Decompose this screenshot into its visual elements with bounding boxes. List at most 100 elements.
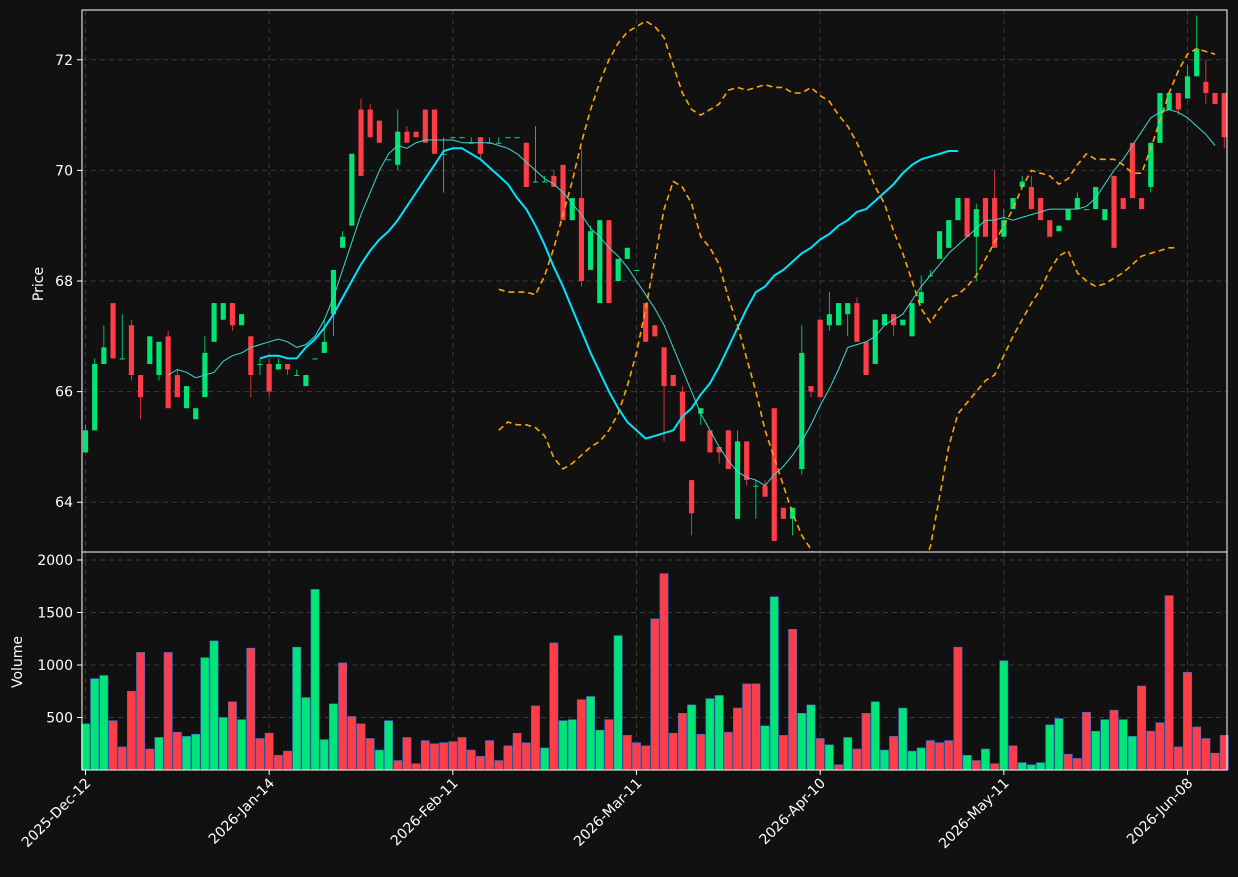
- volume-bar-up: [806, 704, 816, 771]
- volume-bar-up: [209, 640, 219, 771]
- candle-body-down: [523, 142, 529, 187]
- volume-bar-down: [163, 652, 173, 771]
- price-tick-label: 64: [55, 495, 73, 511]
- volume-bar-down: [512, 732, 522, 771]
- volume-bar-up: [760, 725, 770, 771]
- candle-body-down: [780, 507, 787, 519]
- volume-tick-label: 500: [46, 711, 73, 727]
- candle-body-up: [1194, 48, 1200, 77]
- candle-body-down: [744, 441, 750, 481]
- candle-body-down: [762, 485, 768, 497]
- candle-body-up: [633, 269, 640, 271]
- candle-body-up: [275, 363, 281, 370]
- volume-bar-up: [586, 696, 596, 771]
- candle-body-down: [165, 336, 171, 409]
- volume-bar-up: [824, 744, 834, 771]
- volume-bar-down: [1155, 722, 1165, 771]
- candle-body-up: [82, 430, 89, 453]
- volume-bar-down: [1008, 745, 1018, 771]
- volume-bar-down: [126, 690, 136, 771]
- candle-body-up: [312, 358, 318, 360]
- candle-body-down: [229, 303, 236, 326]
- candle-body-up: [385, 159, 392, 161]
- volume-bar-up: [687, 704, 697, 771]
- volume-bar-up: [154, 737, 164, 771]
- volume-bar-down: [494, 760, 504, 771]
- candle-body-down: [652, 325, 658, 337]
- candle-body-down: [248, 336, 254, 376]
- volume-bar-down: [971, 760, 981, 771]
- candle-body-up: [321, 341, 327, 353]
- volume-bar-down: [356, 723, 366, 771]
- volume-bar-up: [558, 720, 568, 771]
- volume-bar-down: [815, 738, 825, 771]
- volume-bar-up: [613, 635, 623, 771]
- volume-bar-up: [1054, 718, 1064, 771]
- volume-bar-up: [797, 712, 807, 771]
- price-tick-label: 66: [55, 385, 73, 401]
- volume-bar-down: [549, 642, 559, 771]
- volume-bar-up: [1127, 736, 1137, 771]
- candle-body-up: [900, 319, 906, 326]
- candle-body-up: [872, 319, 878, 364]
- price-tick-label: 72: [55, 53, 73, 69]
- volume-bar-up: [567, 719, 577, 771]
- volume-bar-down: [273, 754, 283, 771]
- candle-body-up: [542, 181, 548, 183]
- volume-bar-down: [255, 738, 265, 771]
- price-tick-label: 70: [55, 163, 73, 179]
- volume-bar-down: [246, 647, 256, 771]
- volume-bar-down: [861, 712, 871, 771]
- volume-bar-up: [182, 736, 191, 771]
- candle-body-up: [92, 363, 98, 431]
- candle-body-down: [808, 386, 814, 392]
- volume-bar-up: [1017, 762, 1027, 771]
- chart-container: 64 66 68 70 72 500 1000 1500 2000 2025-Dec-12 20…: [0, 0, 1238, 873]
- candle-body-down: [367, 109, 373, 138]
- candle-body-down: [1129, 142, 1135, 199]
- volume-bar-up: [962, 754, 972, 771]
- volume-bar-up: [292, 646, 302, 771]
- volume-bar-up: [595, 729, 605, 771]
- volume-bar-down: [935, 742, 944, 771]
- volume-bar-down: [1146, 730, 1156, 771]
- volume-bar-down: [411, 763, 421, 771]
- volume-bar-down: [1164, 595, 1174, 771]
- candle-body-up: [588, 231, 594, 270]
- candle-body-up: [1074, 198, 1080, 210]
- volume-bar-up: [981, 748, 990, 771]
- candle-body-up: [799, 352, 805, 470]
- volume-bar-down: [677, 712, 687, 771]
- volume-bar-down: [457, 737, 467, 771]
- volume-bar-down: [852, 748, 862, 771]
- volume-bar-up: [898, 707, 908, 771]
- candle-body-up: [597, 220, 603, 304]
- volume-bar-down: [751, 683, 761, 771]
- volume-bar-down: [338, 662, 348, 771]
- volume-bar-up: [319, 739, 329, 771]
- candle-body-down: [1028, 186, 1034, 210]
- volume-bar-down: [485, 740, 494, 771]
- candle-body-down: [689, 480, 695, 514]
- volume-bar-down: [172, 731, 182, 771]
- candle-body-up: [845, 303, 851, 315]
- volume-bar-down: [531, 705, 540, 771]
- volume-bar-up: [301, 697, 311, 771]
- volume-bar-down: [1183, 672, 1192, 771]
- candle-body-down: [358, 109, 364, 176]
- candle-body-down: [266, 363, 272, 392]
- volume-bar-down: [439, 742, 449, 771]
- volume-axis-label: Volume: [10, 636, 26, 688]
- candle-body-down: [854, 303, 860, 342]
- volume-bar-down: [632, 742, 641, 771]
- volume-bar-down: [420, 740, 430, 771]
- candle-body-up: [119, 358, 125, 360]
- candle-body-up: [459, 137, 465, 139]
- candle-body-up: [1056, 225, 1062, 232]
- volume-bar-up: [705, 698, 715, 771]
- candle-body-down: [376, 120, 382, 143]
- candle-body-down: [1037, 198, 1044, 221]
- volume-bar-up: [907, 750, 917, 771]
- candle-body-up: [514, 137, 520, 139]
- volume-bar-up: [1045, 724, 1055, 771]
